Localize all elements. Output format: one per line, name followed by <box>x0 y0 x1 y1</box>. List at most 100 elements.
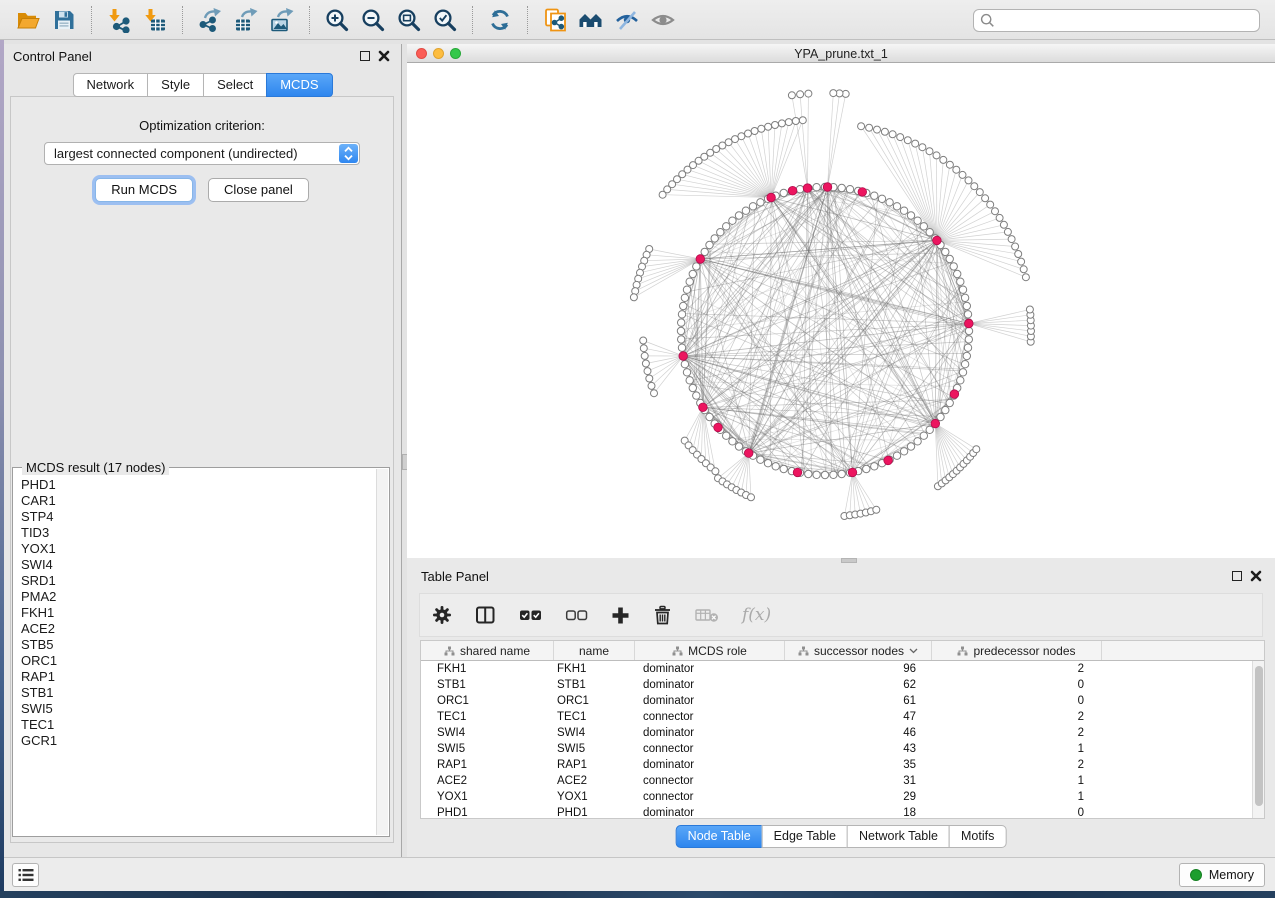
cell-shared-name[interactable]: TEC1 <box>421 711 554 723</box>
close-panel-icon[interactable] <box>378 50 390 62</box>
cell-successor-nodes[interactable]: 18 <box>785 807 932 819</box>
cell-successor-nodes[interactable]: 62 <box>785 679 932 691</box>
cell-name[interactable]: PHD1 <box>554 807 635 819</box>
table-scrollbar[interactable] <box>1252 661 1264 818</box>
tab-node-table[interactable]: Node Table <box>676 825 763 848</box>
zoom-out-button[interactable] <box>357 4 389 36</box>
first-neighbors-button[interactable] <box>575 4 607 36</box>
new-network-from-selection-button[interactable] <box>539 4 571 36</box>
close-panel-icon[interactable] <box>1250 570 1262 582</box>
table-row[interactable]: RAP1 RAP1 dominator 35 2 <box>421 757 1252 773</box>
cell-name[interactable]: ACE2 <box>554 775 635 787</box>
cell-shared-name[interactable]: STB1 <box>421 679 554 691</box>
cell-shared-name[interactable]: PHD1 <box>421 807 554 819</box>
close-panel-button[interactable]: Close panel <box>208 178 309 202</box>
open-session-button[interactable] <box>12 4 44 36</box>
import-network-button[interactable] <box>103 4 135 36</box>
mcds-result-item[interactable]: PHD1 <box>21 477 375 493</box>
cell-shared-name[interactable]: ORC1 <box>421 695 554 707</box>
cell-predecessor-nodes[interactable]: 0 <box>932 679 1102 691</box>
table-row[interactable]: SWI5 SWI5 connector 43 1 <box>421 741 1252 757</box>
scrollbar-thumb[interactable] <box>1255 666 1263 806</box>
delete-rows-button[interactable] <box>653 605 672 625</box>
tab-select[interactable]: Select <box>203 73 267 97</box>
import-table-button[interactable] <box>139 4 171 36</box>
mcds-result-item[interactable]: STP4 <box>21 509 375 525</box>
refresh-button[interactable] <box>484 4 516 36</box>
cell-shared-name[interactable]: SWI5 <box>421 743 554 755</box>
cell-shared-name[interactable]: ACE2 <box>421 775 554 787</box>
cell-name[interactable]: ORC1 <box>554 695 635 707</box>
cell-successor-nodes[interactable]: 31 <box>785 775 932 787</box>
cell-successor-nodes[interactable]: 35 <box>785 759 932 771</box>
column-header-name[interactable]: name <box>554 641 635 660</box>
search-input[interactable] <box>995 14 1253 28</box>
cell-predecessor-nodes[interactable]: 2 <box>932 759 1102 771</box>
mcds-result-item[interactable]: FKH1 <box>21 605 375 621</box>
column-header-mcds-role[interactable]: MCDS role <box>635 641 785 660</box>
mcds-result-item[interactable]: GCR1 <box>21 733 375 749</box>
function-builder-button[interactable]: f(x) <box>742 605 771 625</box>
mcds-result-item[interactable]: STB1 <box>21 685 375 701</box>
table-row[interactable]: FKH1 FKH1 dominator 96 2 <box>421 661 1252 677</box>
zoom-in-button[interactable] <box>321 4 353 36</box>
hide-selected-button[interactable] <box>611 4 643 36</box>
mcds-result-item[interactable]: RAP1 <box>21 669 375 685</box>
cell-predecessor-nodes[interactable]: 1 <box>932 743 1102 755</box>
show-all-button[interactable] <box>647 4 679 36</box>
cell-name[interactable]: SWI5 <box>554 743 635 755</box>
cell-shared-name[interactable]: RAP1 <box>421 759 554 771</box>
mcds-result-item[interactable]: SRD1 <box>21 573 375 589</box>
cell-mcds-role[interactable]: dominator <box>635 759 785 771</box>
cell-mcds-role[interactable]: dominator <box>635 663 785 675</box>
float-panel-icon[interactable] <box>360 51 370 61</box>
network-canvas[interactable] <box>407 63 1275 558</box>
column-header-successor-nodes[interactable]: successor nodes <box>785 641 932 660</box>
cell-predecessor-nodes[interactable]: 2 <box>932 727 1102 739</box>
cell-successor-nodes[interactable]: 43 <box>785 743 932 755</box>
table-row[interactable]: ORC1 ORC1 dominator 61 0 <box>421 693 1252 709</box>
table-row[interactable]: ACE2 ACE2 connector 31 1 <box>421 773 1252 789</box>
cell-mcds-role[interactable]: dominator <box>635 679 785 691</box>
save-session-button[interactable] <box>48 4 80 36</box>
tab-style[interactable]: Style <box>147 73 204 97</box>
cell-shared-name[interactable]: FKH1 <box>421 663 554 675</box>
cell-name[interactable]: TEC1 <box>554 711 635 723</box>
cell-successor-nodes[interactable]: 61 <box>785 695 932 707</box>
cell-name[interactable]: SWI4 <box>554 727 635 739</box>
cell-mcds-role[interactable]: dominator <box>635 807 785 819</box>
cell-successor-nodes[interactable]: 47 <box>785 711 932 723</box>
cell-mcds-role[interactable]: connector <box>635 775 785 787</box>
mcds-result-item[interactable]: ACE2 <box>21 621 375 637</box>
cell-successor-nodes[interactable]: 29 <box>785 791 932 803</box>
mcds-result-item[interactable]: PMA2 <box>21 589 375 605</box>
mcds-result-item[interactable]: STB5 <box>21 637 375 653</box>
cell-mcds-role[interactable]: connector <box>635 791 785 803</box>
table-row[interactable]: SWI4 SWI4 dominator 46 2 <box>421 725 1252 741</box>
mcds-result-item[interactable]: SWI4 <box>21 557 375 573</box>
add-row-button[interactable] <box>611 606 630 625</box>
memory-button[interactable]: Memory <box>1179 863 1265 887</box>
criterion-select[interactable]: largest connected component (undirected) <box>44 142 360 165</box>
cell-predecessor-nodes[interactable]: 2 <box>932 663 1102 675</box>
column-header-predecessor-nodes[interactable]: predecessor nodes <box>932 641 1102 660</box>
table-row[interactable]: STB1 STB1 dominator 62 0 <box>421 677 1252 693</box>
cell-name[interactable]: YOX1 <box>554 791 635 803</box>
mcds-result-item[interactable]: SWI5 <box>21 701 375 717</box>
table-row[interactable]: PHD1 PHD1 dominator 18 0 <box>421 805 1252 819</box>
cell-predecessor-nodes[interactable]: 0 <box>932 695 1102 707</box>
cell-predecessor-nodes[interactable]: 0 <box>932 807 1102 819</box>
tab-mcds[interactable]: MCDS <box>266 73 332 97</box>
float-panel-icon[interactable] <box>1232 571 1242 581</box>
show-column-button[interactable] <box>475 605 496 625</box>
cell-mcds-role[interactable]: connector <box>635 711 785 723</box>
select-all-button[interactable] <box>519 608 542 622</box>
mcds-result-item[interactable]: ORC1 <box>21 653 375 669</box>
mcds-result-item[interactable]: TEC1 <box>21 717 375 733</box>
table-row[interactable]: YOX1 YOX1 connector 29 1 <box>421 789 1252 805</box>
mcds-list-scrollbar[interactable] <box>376 469 388 835</box>
cell-shared-name[interactable]: SWI4 <box>421 727 554 739</box>
zoom-selected-button[interactable] <box>429 4 461 36</box>
mcds-result-item[interactable]: CAR1 <box>21 493 375 509</box>
cell-predecessor-nodes[interactable]: 2 <box>932 711 1102 723</box>
